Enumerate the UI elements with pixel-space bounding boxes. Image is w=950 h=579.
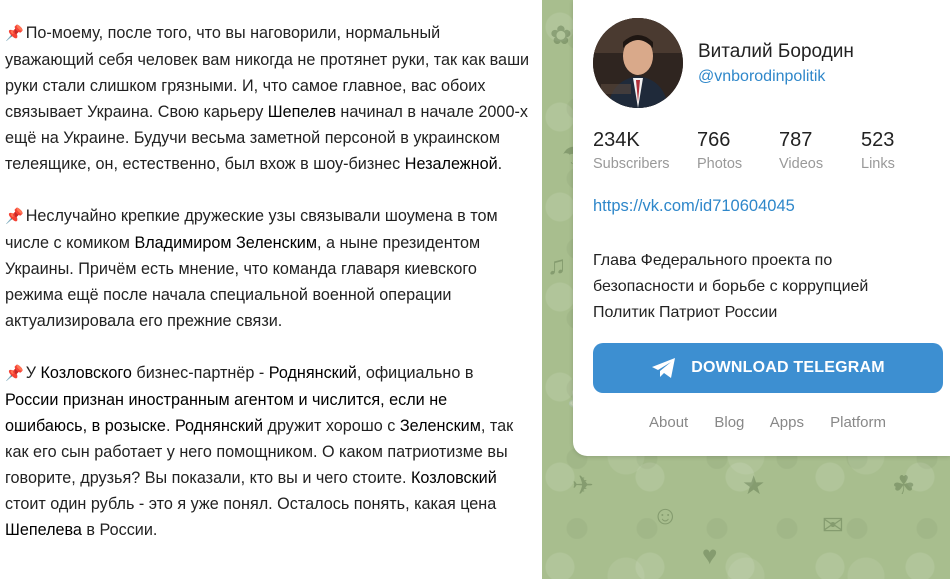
post-bold-text: Козловский	[410, 469, 497, 487]
stat-label: Links	[861, 156, 895, 172]
footer-link-platform[interactable]: Platform	[830, 414, 886, 431]
channel-card: Виталий Бородин @vnborodinpolitik 234K S…	[573, 0, 950, 456]
channel-link[interactable]: https://vk.com/id710604045	[593, 197, 795, 216]
stat-photos: 766 Photos	[697, 129, 742, 172]
stat-value: 234K	[593, 129, 640, 151]
post-paragraph: 📌 Неслучайно крепкие дружеские узы связыв…	[5, 203, 530, 334]
bio-line: Глава Федерального проекта по	[593, 252, 833, 269]
stat-label: Videos	[779, 156, 824, 172]
doodle-icon: ✉	[822, 510, 844, 540]
stat-value: 766	[697, 129, 731, 151]
bio-line: Политик Патриот России	[593, 304, 778, 321]
bio-line: безопасности и борьбе с коррупцией	[593, 278, 869, 295]
post-bold-text: Роднянский	[268, 364, 357, 382]
doodle-icon: ♥	[702, 540, 718, 570]
stat-links: 523 Links	[861, 129, 895, 172]
post-bold-text: Незалежной	[404, 155, 498, 173]
post-bold-text: Зеленским	[399, 417, 481, 435]
post-bold-text: Владимиром Зеленским	[134, 234, 317, 252]
download-telegram-label: DOWNLOAD TELEGRAM	[691, 359, 885, 376]
post-text: 📌 По-моему, после того, что вы наговорили…	[5, 20, 530, 569]
post-bold-text: Шепелев	[267, 103, 336, 121]
post-text-run: , официально в	[356, 364, 474, 382]
stat-label: Photos	[697, 156, 743, 172]
avatar-photo	[593, 18, 683, 108]
stat-label: Subscribers	[593, 156, 670, 172]
download-telegram-button[interactable]: DOWNLOAD TELEGRAM	[593, 343, 943, 393]
doodle-icon: ☺	[652, 500, 679, 530]
pushpin-icon: 📌	[5, 365, 24, 382]
post-text-run: .	[497, 155, 503, 173]
post-text-run: У	[25, 364, 41, 382]
footer-link-about[interactable]: About	[649, 414, 688, 431]
post-bold-text: Роднянский	[174, 417, 264, 435]
doodle-icon: ★	[742, 470, 766, 500]
avatar[interactable]	[593, 18, 683, 108]
stat-value: 787	[779, 129, 813, 151]
post-panel: 📌 По-моему, после того, что вы наговорили…	[0, 0, 542, 579]
stat-subscribers: 234K Subscribers	[593, 129, 670, 172]
footer-link-apps[interactable]: Apps	[770, 414, 804, 431]
channel-handle[interactable]: @vnborodinpolitik	[698, 68, 825, 86]
channel-bio: Глава Федерального проекта по безопаснос…	[593, 248, 933, 326]
pushpin-icon: 📌	[5, 208, 24, 225]
doodle-icon: ♫	[547, 250, 567, 280]
footer-links: About Blog Apps Platform	[649, 414, 908, 431]
post-text-run: стоит один рубль - это я уже понял. Оста…	[5, 495, 497, 513]
channel-name: Виталий Бородин	[698, 41, 854, 62]
post-text-run: .	[165, 417, 175, 435]
post-text-run: в России.	[81, 521, 158, 539]
post-text-run: дружит хорошо с	[263, 417, 400, 435]
post-paragraph: 📌 У Козловского бизнес-партнёр - Роднянск…	[5, 360, 530, 543]
post-bold-text: Шепелева	[5, 521, 82, 539]
stat-value: 523	[861, 129, 895, 151]
pushpin-icon: 📌	[5, 25, 24, 42]
post-paragraph: 📌 По-моему, после того, что вы наговорили…	[5, 20, 530, 177]
post-text-run: бизнес-партнёр -	[131, 364, 269, 382]
doodle-icon: ☘	[892, 470, 916, 500]
stat-videos: 787 Videos	[779, 129, 823, 172]
footer-link-blog[interactable]: Blog	[714, 414, 744, 431]
post-bold-text: Козловского	[40, 364, 132, 382]
doodle-icon: ✿	[550, 20, 572, 50]
doodle-icon: ✈	[572, 470, 594, 500]
telegram-plane-icon	[652, 358, 676, 378]
